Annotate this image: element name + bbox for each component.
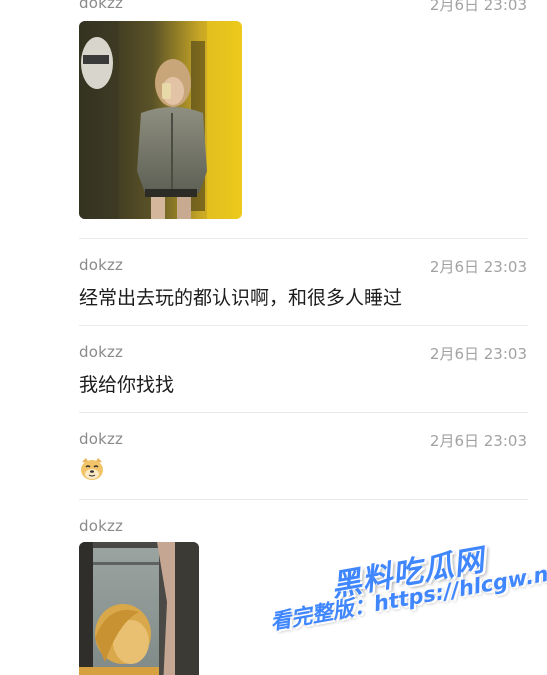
chat-message: dokzz 2月6日 23:03 [79,430,527,480]
chat-message: dokzz 2月6日 23:03 我给你找找 [79,343,527,396]
chat-message: dokzz [79,517,527,537]
doge-emoji-icon [79,456,105,482]
message-header: dokzz 2月6日 23:03 [79,430,527,450]
message-header: dokzz 2月6日 23:03 [79,256,527,276]
message-divider [79,412,528,413]
message-header: dokzz 2月6日 23:03 [79,0,527,14]
message-time: 2月6日 23:03 [429,258,527,276]
message-header: dokzz [79,517,527,537]
photo-thumbnail[interactable] [79,21,242,219]
photo-thumbnail[interactable] [79,542,199,675]
chat-screen: dokzz 2月6日 23:03 dokzz 2月6日 23:03 经常出去玩的… [0,0,547,675]
sender-name[interactable]: dokzz [79,0,123,12]
message-header: dokzz 2月6日 23:03 [79,343,527,363]
message-text: 我给你找找 [79,374,175,396]
message-time: 2月6日 23:03 [429,432,527,450]
sender-name[interactable]: dokzz [79,256,123,274]
chat-message: dokzz 2月6日 23:03 [79,0,527,14]
message-divider [79,238,528,239]
message-text: 经常出去玩的都认识啊，和很多人睡过 [79,287,403,309]
chat-message: dokzz 2月6日 23:03 经常出去玩的都认识啊，和很多人睡过 [79,256,527,309]
sender-name[interactable]: dokzz [79,517,123,535]
message-divider [79,325,528,326]
message-divider [79,499,528,500]
sender-name[interactable]: dokzz [79,343,123,361]
message-time: 2月6日 23:03 [429,0,527,14]
sender-name[interactable]: dokzz [79,430,123,448]
message-time: 2月6日 23:03 [429,345,527,363]
